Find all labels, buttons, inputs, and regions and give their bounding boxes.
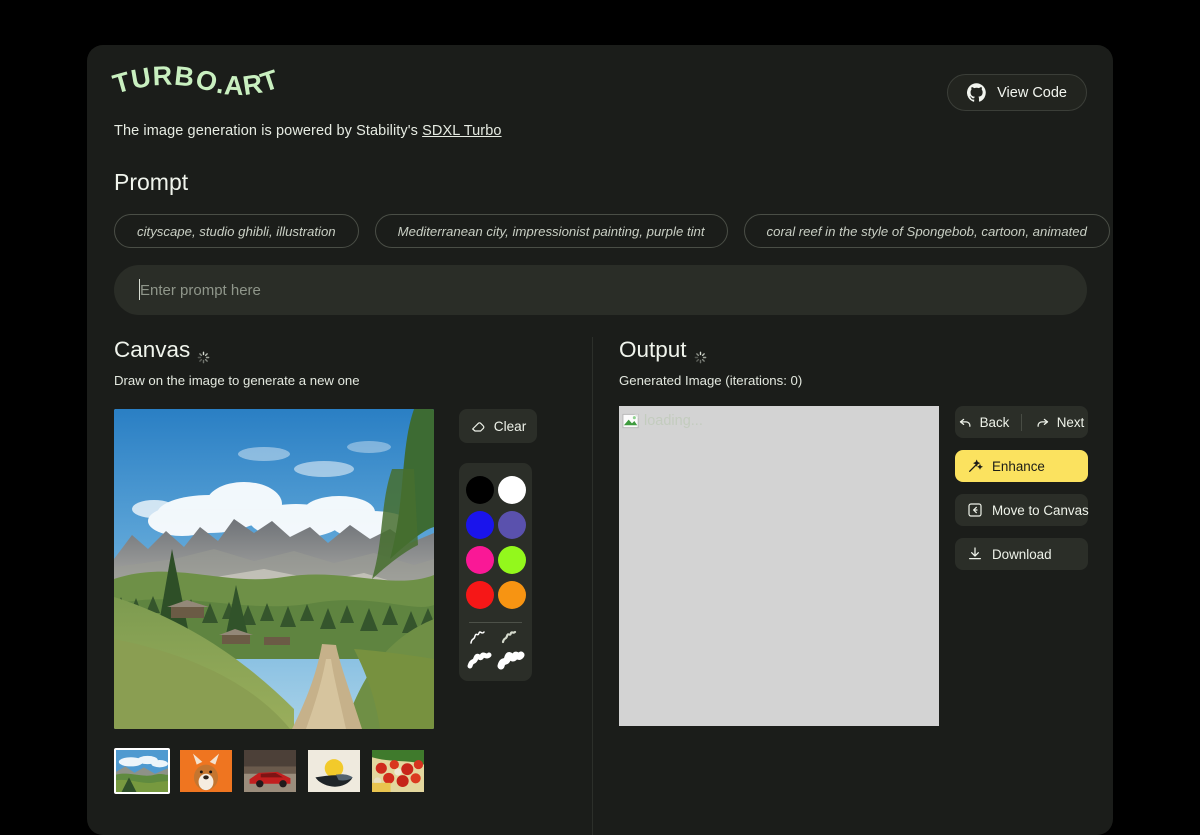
prompt-suggestions: cityscape, studio ghibli, illustration M… [114,214,1110,248]
color-swatch-black[interactable] [465,476,494,504]
canvas-tools: Clear [459,409,537,681]
brush-size-3-icon[interactable] [466,650,494,672]
color-swatch-blue[interactable] [465,511,494,539]
canvas-header: Canvas [114,337,584,363]
output-panel: Output Generated Image (iterations: 0) l… [619,337,1089,726]
column-divider [592,337,593,835]
move-to-canvas-button[interactable]: Move to Canvas [955,494,1089,526]
download-button[interactable]: Download [955,538,1088,570]
magic-wand-icon [967,458,983,474]
prompt-input[interactable] [114,265,1087,315]
text-cursor [139,279,140,300]
color-swatch-red[interactable] [465,581,494,609]
output-header: Output [619,337,1089,363]
view-code-label: View Code [997,84,1067,101]
enhance-label: Enhance [992,458,1045,474]
clear-label: Clear [493,418,527,434]
output-subtitle: Generated Image (iterations: 0) [619,373,803,388]
color-swatch-slate-purple[interactable] [497,511,526,539]
thumbnail-abstract-boat-sun[interactable] [306,748,362,794]
sdxl-turbo-link[interactable]: SDXL Turbo [422,123,501,139]
brush-size-1-icon[interactable] [467,628,493,648]
powered-by-prefix: The image generation is powered by Stabi… [114,123,423,139]
color-swatches [465,476,526,609]
prompt-suggestion-chip[interactable]: Mediterranean city, impressionist painti… [374,214,728,248]
color-swatch-orange[interactable] [497,581,526,609]
github-icon [967,83,986,102]
output-title: Output [619,337,687,362]
redo-arrow-icon [1035,415,1050,430]
download-label: Download [992,546,1052,562]
brush-size-4-icon[interactable] [497,650,525,672]
next-button[interactable]: Next [1031,406,1088,438]
broken-image-placeholder: loading... [622,412,703,431]
download-icon [967,546,983,562]
color-swatch-lime[interactable] [497,546,526,574]
move-to-canvas-label: Move to Canvas [992,502,1089,518]
back-button[interactable]: Back [955,406,1012,438]
brush-size-2-icon[interactable] [498,628,524,648]
thumbnail-red-sports-car[interactable] [242,748,298,794]
canvas-title: Canvas [114,337,191,362]
arrow-left-box-icon [967,502,983,518]
prompt-input-container[interactable] [114,265,1087,315]
loading-spinner-icon [694,344,707,363]
image-thumbnails [114,748,584,794]
thumbnail-tomatoes-food[interactable] [370,748,426,794]
eraser-icon [470,418,486,434]
thumbnail-corgi-dog[interactable] [178,748,234,794]
color-swatch-magenta[interactable] [465,546,494,574]
color-swatch-white[interactable] [497,476,526,504]
enhance-button[interactable]: Enhance [955,450,1088,482]
palette-divider [469,622,522,623]
app-window: TURBO.ART View Code The image generation… [87,45,1113,835]
next-label: Next [1056,414,1085,430]
view-code-button[interactable]: View Code [947,74,1087,111]
broken-image-icon [622,412,641,431]
prompt-suggestion-chip[interactable]: coral reef in the style of Spongebob, ca… [743,214,1110,248]
generated-image: loading... [619,406,939,726]
nav-divider [1021,413,1022,431]
loading-spinner-icon [197,344,210,363]
output-actions: Back Next Enhance Move to Canvas Downloa… [955,406,1089,570]
powered-by-text: The image generation is powered by Stabi… [114,123,502,139]
prompt-suggestion-chip[interactable]: cityscape, studio ghibli, illustration [114,214,359,248]
prompt-section-title: Prompt [114,169,189,195]
history-nav-buttons: Back Next [955,406,1088,438]
canvas-subtitle: Draw on the image to generate a new one [114,373,360,388]
drawing-canvas[interactable] [114,409,434,729]
app-logo: TURBO.ART [110,61,294,116]
undo-arrow-icon [958,415,973,430]
canvas-panel: Canvas Draw on the image to generate a n… [114,337,584,794]
color-palette [459,463,532,681]
brush-sizes [466,628,526,672]
back-label: Back [979,414,1010,430]
svg-text:TURBO.ART: TURBO.ART [110,61,283,102]
image-alt-text: loading... [644,413,703,429]
clear-button[interactable]: Clear [459,409,537,443]
thumbnail-mountain-landscape[interactable] [114,748,170,794]
